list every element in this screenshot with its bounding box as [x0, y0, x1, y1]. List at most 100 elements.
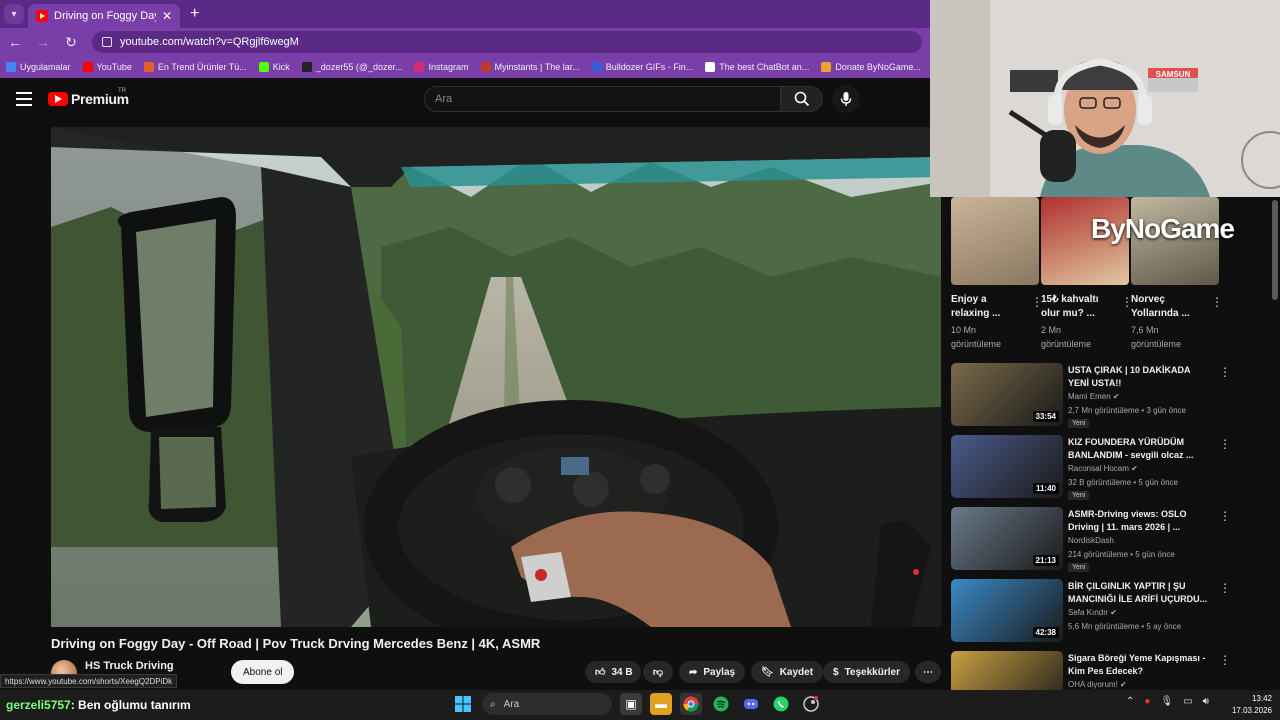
video-thumbnail[interactable] [951, 651, 1063, 690]
short-views: 7,6 Mn görüntüleme [1131, 325, 1182, 349]
recommended-video[interactable]: 21:13 ASMR-Driving views: OSLO Driving | … [951, 507, 1231, 573]
video-title-link[interactable]: BİR ÇILGINLIK YAPTIR | ŞU MANCINIĞI İLE … [1068, 580, 1208, 606]
clock-date: 17.03.2026 [1231, 706, 1272, 715]
bookmark-item[interactable]: Myinstants | The lar... [480, 62, 580, 72]
tray-chevron-icon[interactable]: ⌃ [1126, 696, 1134, 707]
recommended-video[interactable]: 42:38 BİR ÇILGINLIK YAPTIR | ŞU MANCINIĞI… [951, 579, 1231, 645]
bookmark-favicon-icon [301, 62, 312, 72]
bookmark-favicon-icon [82, 62, 93, 72]
reload-icon[interactable]: ↻ [64, 34, 78, 51]
bookmark-favicon-icon [480, 62, 491, 72]
like-button[interactable]: 👍︎ 34 B [585, 661, 641, 683]
recommended-video[interactable]: 33:54 USTA ÇIRAK | 10 DAKİKADA YENİ USTA!… [951, 363, 1231, 429]
recommended-video[interactable]: 11:40 KIZ FOUNDERA YÜRÜDÜM BANLANDIM - se… [951, 435, 1231, 501]
search-input[interactable]: Ara [424, 86, 781, 112]
bookmark-item[interactable]: Kick [258, 62, 290, 72]
short-title[interactable]: Norveç Yollarında ... [1131, 293, 1201, 321]
streamer-webcam-image: SAMSUN [930, 0, 1280, 197]
search-button[interactable] [781, 86, 823, 112]
spotify-icon[interactable] [710, 693, 732, 715]
video-player[interactable] [51, 127, 941, 627]
chrome-icon[interactable] [680, 693, 702, 715]
bookmark-favicon-icon [591, 62, 602, 72]
back-icon[interactable]: ← [8, 34, 22, 50]
channel-actions-row: HS Truck Driving Abone ol 👍︎ 34 B 👎︎ ➦ P… [51, 660, 941, 686]
more-options-icon[interactable]: ⋮ [1219, 509, 1231, 523]
clock-time: 13:42 [1251, 694, 1272, 703]
microphone-tray-icon[interactable]: 🎙︎ [1160, 696, 1173, 707]
taskbar-search[interactable]: ⌕ Ara [482, 693, 612, 715]
channel-name[interactable]: NordiskDash [1068, 536, 1114, 545]
short-thumbnail[interactable] [951, 197, 1039, 285]
channel-name[interactable]: HS Truck Driving [85, 660, 174, 672]
video-title-link[interactable]: ASMR-Driving views: OSLO Driving | 11. m… [1068, 508, 1208, 534]
thanks-button[interactable]: $ Teşekkürler [823, 661, 910, 683]
bookmark-item[interactable]: Instagram [414, 62, 469, 72]
bookmark-item[interactable]: Bulldozer GIFs - Fin... [591, 62, 693, 72]
bookmark-favicon-icon [821, 62, 832, 72]
like-count: 34 B [611, 666, 633, 678]
steam-icon[interactable] [800, 693, 822, 715]
more-options-icon[interactable]: ⋮ [1219, 581, 1231, 595]
video-title: Driving on Foggy Day - Off Road | Pov Tr… [51, 636, 541, 651]
sidebar-scrollbar[interactable] [1272, 200, 1278, 300]
forward-icon[interactable]: → [36, 34, 50, 50]
volume-icon[interactable]: 🔊︎ [1203, 696, 1209, 707]
bookmark-item[interactable]: _dozer55 (@_dozer... [301, 62, 403, 72]
url-text: youtube.com/watch?v=QRgjlf6wegM [120, 36, 299, 48]
short-title[interactable]: Enjoy a relaxing ... [951, 293, 1021, 321]
video-title-link[interactable]: Sigara Böreği Yeme Kapışması - Kim Pes E… [1068, 652, 1208, 678]
bookmark-item[interactable]: The best ChatBot an... [705, 62, 809, 72]
dislike-button[interactable]: 👎︎ [643, 661, 673, 683]
new-tab-button[interactable]: + [190, 5, 199, 23]
video-duration: 11:40 [1032, 483, 1059, 494]
task-view-icon[interactable]: ▣ [620, 693, 642, 715]
channel-name[interactable]: Raconsal Hocam ✔ [1068, 464, 1138, 473]
video-title-link[interactable]: KIZ FOUNDERA YÜRÜDÜM BANLANDIM - sevgili… [1068, 436, 1208, 462]
bookmark-item[interactable]: YouTube [82, 62, 132, 72]
file-explorer-icon[interactable]: ▬ [650, 693, 672, 715]
video-title-link[interactable]: USTA ÇIRAK | 10 DAKİKADA YENİ USTA!! [1068, 364, 1208, 390]
subscribe-button[interactable]: Abone ol [231, 660, 295, 684]
tray-app-icon[interactable]: ● [1144, 696, 1150, 707]
video-thumbnail[interactable]: 11:40 [951, 435, 1063, 498]
video-duration: 33:54 [1032, 411, 1059, 422]
whatsapp-icon[interactable] [770, 693, 792, 715]
voice-search-button[interactable] [832, 85, 860, 113]
new-badge: Yeni [1068, 563, 1090, 572]
more-options-icon[interactable]: ⋮ [1219, 437, 1231, 451]
url-field[interactable]: youtube.com/watch?v=QRgjlf6wegM [92, 31, 922, 53]
recommended-video[interactable]: Sigara Böreği Yeme Kapışması - Kim Pes E… [951, 651, 1231, 690]
menu-icon[interactable] [16, 92, 32, 106]
save-button[interactable]: 🔖︎ Kaydet [751, 661, 824, 683]
windows-start-icon[interactable] [452, 693, 474, 715]
more-options-icon[interactable]: ⋮ [1219, 653, 1231, 667]
wall-sign-text: SAMSUN [1156, 70, 1191, 79]
channel-name[interactable]: OHA diyorum! ✔ [1068, 680, 1127, 689]
bookmark-item[interactable]: Uygulamalar [6, 62, 71, 72]
discord-icon[interactable] [740, 693, 762, 715]
display-icon[interactable]: ▭ [1183, 696, 1192, 707]
share-button[interactable]: ➦ Paylaş [679, 661, 746, 683]
bookmark-item[interactable]: Donate ByNoGame... [821, 62, 921, 72]
taskbar-clock[interactable]: 13:42 17.03.2026 [1228, 693, 1272, 717]
short-title[interactable]: 15₺ kahvaltı olur mu? ... [1041, 293, 1111, 321]
super-thanks-icon: $ [833, 666, 839, 678]
channel-name[interactable]: Mami Emen ✔ [1068, 392, 1120, 401]
channel-name[interactable]: Sefa Kındır ✔ [1068, 608, 1117, 617]
more-options-icon[interactable]: ⋮ [1211, 295, 1223, 309]
active-tab[interactable]: Driving on Foggy Day - Off Road | Pov Tr… [28, 4, 180, 28]
more-options-icon[interactable]: ⋮ [1219, 365, 1231, 379]
bookmark-item[interactable]: En Trend Ürünler Tü... [143, 62, 247, 72]
more-actions-button[interactable]: ⋯ [915, 661, 941, 683]
video-thumbnail[interactable]: 21:13 [951, 507, 1063, 570]
video-thumbnail[interactable]: 33:54 [951, 363, 1063, 426]
youtube-premium-logo[interactable]: Premium TR [48, 88, 129, 107]
thumbs-down-icon: 👎︎ [652, 667, 664, 678]
close-tab-icon[interactable]: ✕ [162, 9, 172, 23]
tab-search-button[interactable]: ▾ [4, 4, 24, 24]
short-card[interactable]: Enjoy a relaxing ... 10 Mn görüntüleme ⋮ [951, 197, 1043, 351]
site-info-icon[interactable] [102, 37, 112, 47]
bookmark-label: _dozer55 (@_dozer... [315, 62, 403, 72]
video-thumbnail[interactable]: 42:38 [951, 579, 1063, 642]
